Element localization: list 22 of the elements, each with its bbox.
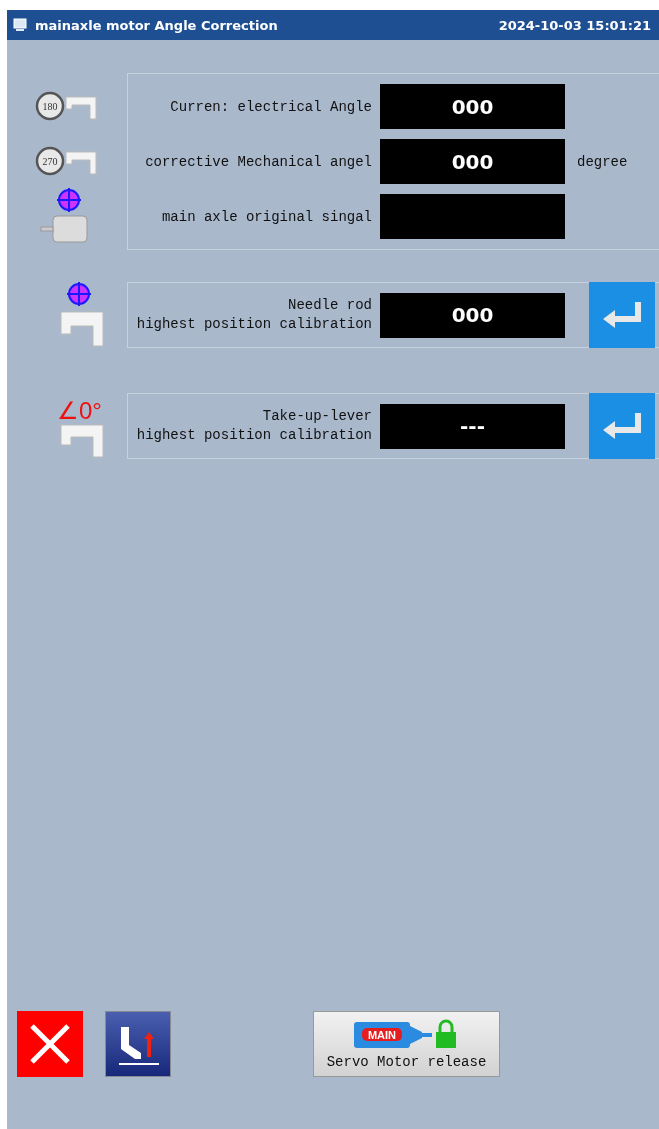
- enter-icon: [601, 300, 643, 330]
- value-display: 000: [380, 139, 565, 184]
- field-label: Take-up-lever highest position calibration: [135, 407, 373, 445]
- value-display: ---: [380, 403, 565, 449]
- monitor-icon: [13, 18, 27, 32]
- enter-button[interactable]: [589, 393, 655, 459]
- field-label: Needle rod highest position calibration: [135, 296, 373, 334]
- unit-label: degree: [577, 153, 628, 170]
- value-display: 000: [380, 84, 565, 129]
- target-machine-icon: [57, 282, 107, 348]
- cancel-button[interactable]: [17, 1011, 83, 1077]
- value-display: 000: [380, 292, 565, 338]
- enter-icon: [601, 411, 643, 441]
- enter-button[interactable]: [589, 282, 655, 348]
- date-time: 2024-10-03 15:01:21: [498, 17, 651, 33]
- field-label: main axle original singal: [160, 208, 373, 225]
- close-icon: [28, 1022, 72, 1066]
- presser-foot-button[interactable]: [105, 1011, 171, 1077]
- servo-release-button[interactable]: MAIN Servo Motor release: [313, 1011, 500, 1077]
- field-label: Curren: electrical Angle: [169, 98, 373, 115]
- window-title: mainaxle motor Angle Correction: [35, 17, 278, 33]
- field-label: corrective Mechanical angel: [144, 153, 373, 170]
